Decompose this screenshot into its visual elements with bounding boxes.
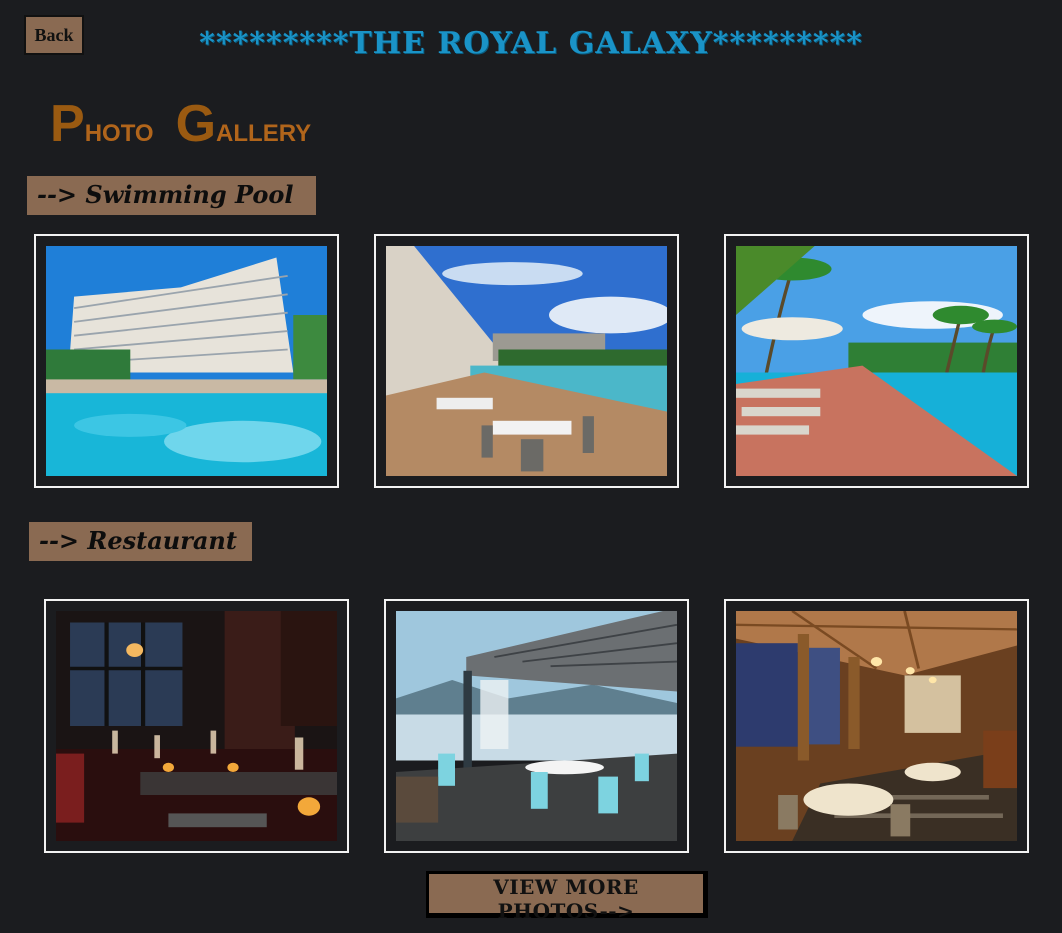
heading-word-photo: HOTO — [84, 120, 154, 147]
beach-pool-loungers-photo — [736, 246, 1017, 476]
restaurant-photo-frame-2[interactable] — [384, 599, 689, 853]
heading-initial-g: G — [175, 95, 217, 153]
swimming-pool-label: --> Swimming Pool — [27, 176, 316, 215]
photo-gallery-heading: PHOTO GALLERY — [50, 94, 333, 154]
grand-dining-hall-photo — [736, 611, 1017, 841]
candlelit-dining-photo — [56, 611, 337, 841]
restaurant-label: --> Restaurant — [29, 522, 252, 561]
pool-photo-frame-3[interactable] — [724, 234, 1029, 488]
pool-photo-frame-1[interactable] — [34, 234, 339, 488]
hotel-pool-photo — [46, 246, 327, 476]
heading-word-gallery: ALLERY — [216, 120, 312, 147]
page-title: *********THE ROYAL GALAXY********* — [199, 26, 863, 61]
restaurant-photo-frame-1[interactable] — [44, 599, 349, 853]
restaurant-photo-frame-3[interactable] — [724, 599, 1029, 853]
poolside-dining-photo — [386, 246, 667, 476]
terrace-restaurant-photo — [396, 611, 677, 841]
pool-photo-frame-2[interactable] — [374, 234, 679, 488]
view-more-photos-button[interactable]: VIEW MORE PHOTOS--> — [426, 871, 708, 923]
heading-initial-p: P — [50, 95, 85, 153]
